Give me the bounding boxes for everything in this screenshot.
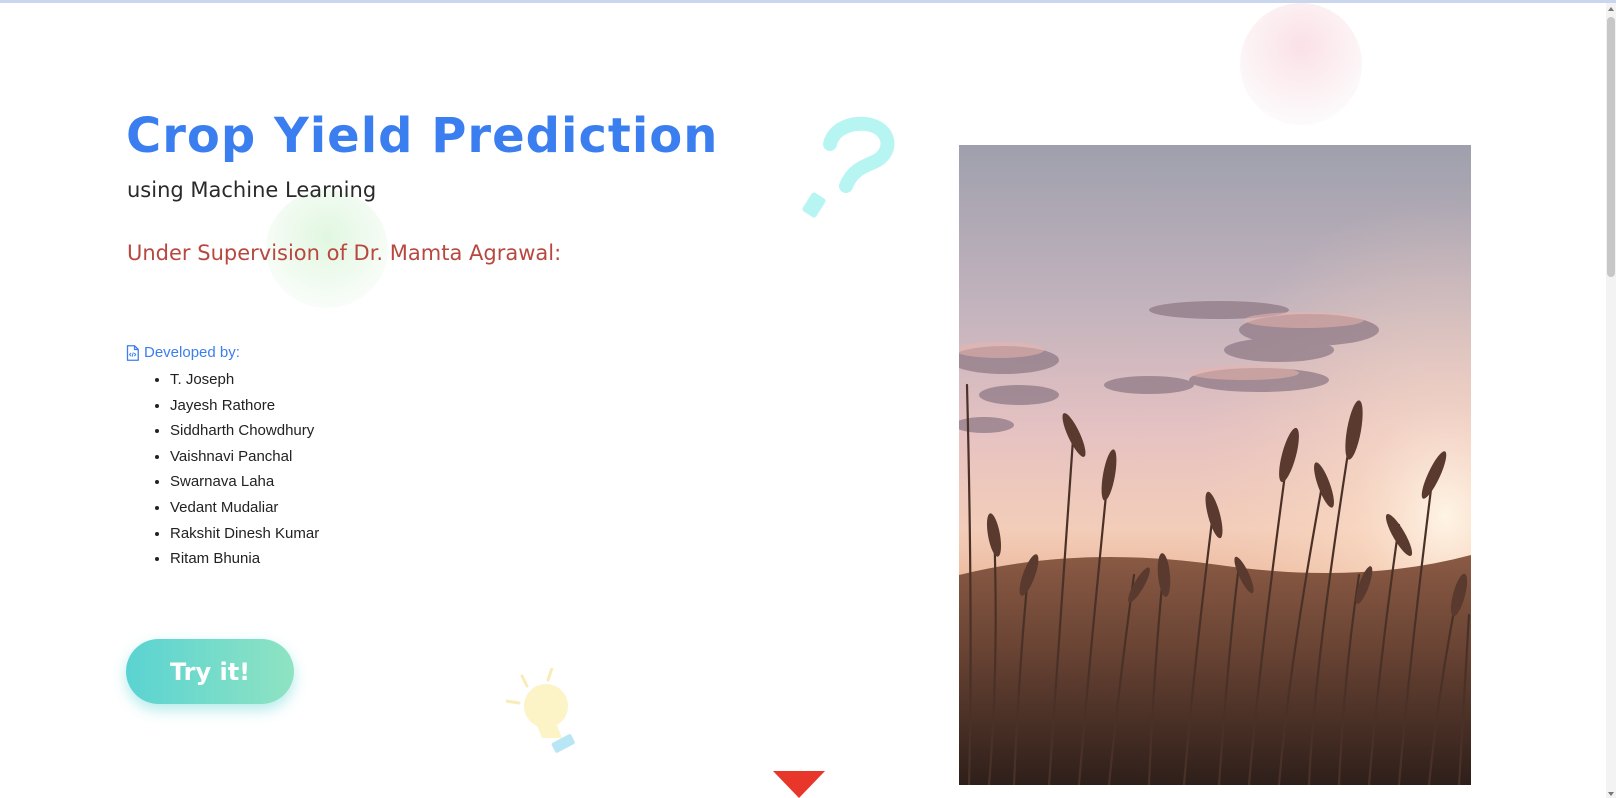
developer-name: Rakshit Dinesh Kumar [170,521,319,547]
developer-name: Vedant Mudaliar [170,495,319,521]
scroll-up-icon[interactable] [1608,7,1614,11]
developers-heading: Developed by: [126,344,240,361]
scrollbar-thumb[interactable] [1607,17,1615,277]
scroll-down-arrow-icon[interactable] [773,771,825,798]
developers-list: T. Joseph Jayesh Rathore Siddharth Chowd… [130,367,319,572]
pink-circle-decoration [1240,3,1362,125]
page-scrollbar[interactable] [1606,3,1616,798]
developer-name: Swarnava Laha [170,469,319,495]
page-subtitle: using Machine Learning [127,178,377,202]
wheat-field-sunset-photo [959,145,1471,785]
photo-illustration [959,145,1471,785]
developer-name: T. Joseph [170,367,319,393]
try-it-button[interactable]: Try it! [126,639,294,704]
developer-name: Ritam Bhunia [170,546,319,572]
file-code-icon [126,344,139,361]
supervision-text: Under Supervision of Dr. Mamta Agrawal: [127,241,562,265]
developer-name: Jayesh Rathore [170,393,319,419]
landing-page: Crop Yield Prediction using Machine Lear… [0,0,1616,798]
top-border [0,0,1616,3]
developer-name: Vaishnavi Panchal [170,444,319,470]
question-mark-icon [802,116,895,218]
page-title: Crop Yield Prediction [126,108,719,164]
developers-heading-label: Developed by: [144,344,240,361]
developer-name: Siddharth Chowdhury [170,418,319,444]
lightbulb-icon [506,668,575,753]
scroll-down-icon[interactable] [1608,792,1614,796]
